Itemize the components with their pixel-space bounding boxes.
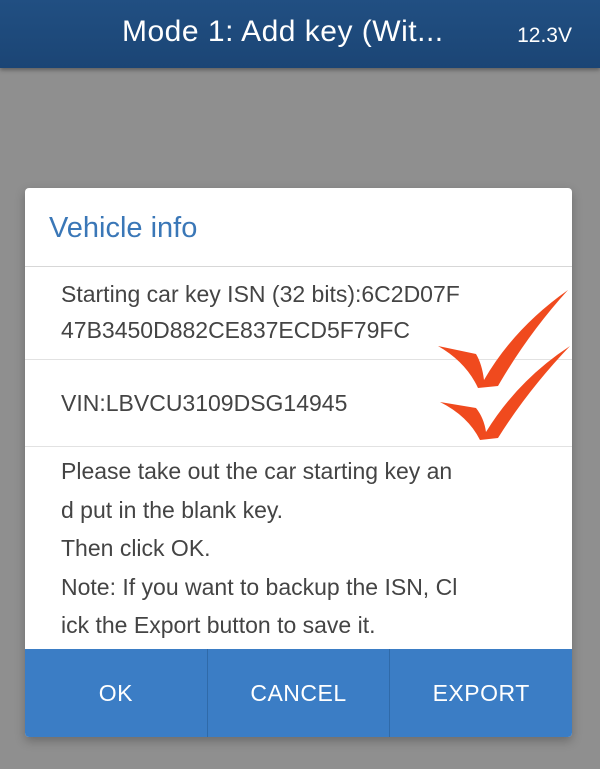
message-line: Then click OK.	[61, 535, 211, 561]
message-line: ick the Export button to save it.	[61, 612, 376, 638]
top-bar: Mode 1: Add key (Wit... 12.3V	[0, 0, 600, 68]
instruction-message: Please take out the car starting key an …	[25, 448, 572, 648]
export-button[interactable]: EXPORT	[389, 649, 572, 737]
dialog-button-bar: OK CANCEL EXPORT	[25, 649, 572, 737]
ok-button[interactable]: OK	[25, 649, 207, 737]
isn-row: Starting car key ISN (32 bits):6C2D07F 4…	[25, 267, 572, 360]
cancel-button[interactable]: CANCEL	[206, 649, 390, 737]
voltage-readout: 12.3V	[517, 24, 572, 47]
vin-row: VIN:LBVCU3109DSG14945	[25, 361, 572, 447]
dialog-header: Vehicle info	[25, 188, 572, 267]
message-line: Note: If you want to backup the ISN, Cl	[61, 573, 458, 600]
message-line: Please take out the car starting key an	[61, 458, 453, 484]
dialog-title: Vehicle info	[49, 212, 198, 244]
page-title: Mode 1: Add key (Wit...	[122, 15, 444, 48]
message-line: d put in the blank key.	[61, 496, 284, 523]
isn-line-1: Starting car key ISN (32 bits):6C2D07F	[61, 281, 460, 307]
vehicle-info-dialog: Vehicle info Starting car key ISN (32 bi…	[25, 188, 572, 737]
isn-line-2: 47B3450D882CE837ECD5F79FC	[61, 317, 411, 343]
vin-text: VIN:LBVCU3109DSG14945	[61, 390, 348, 416]
